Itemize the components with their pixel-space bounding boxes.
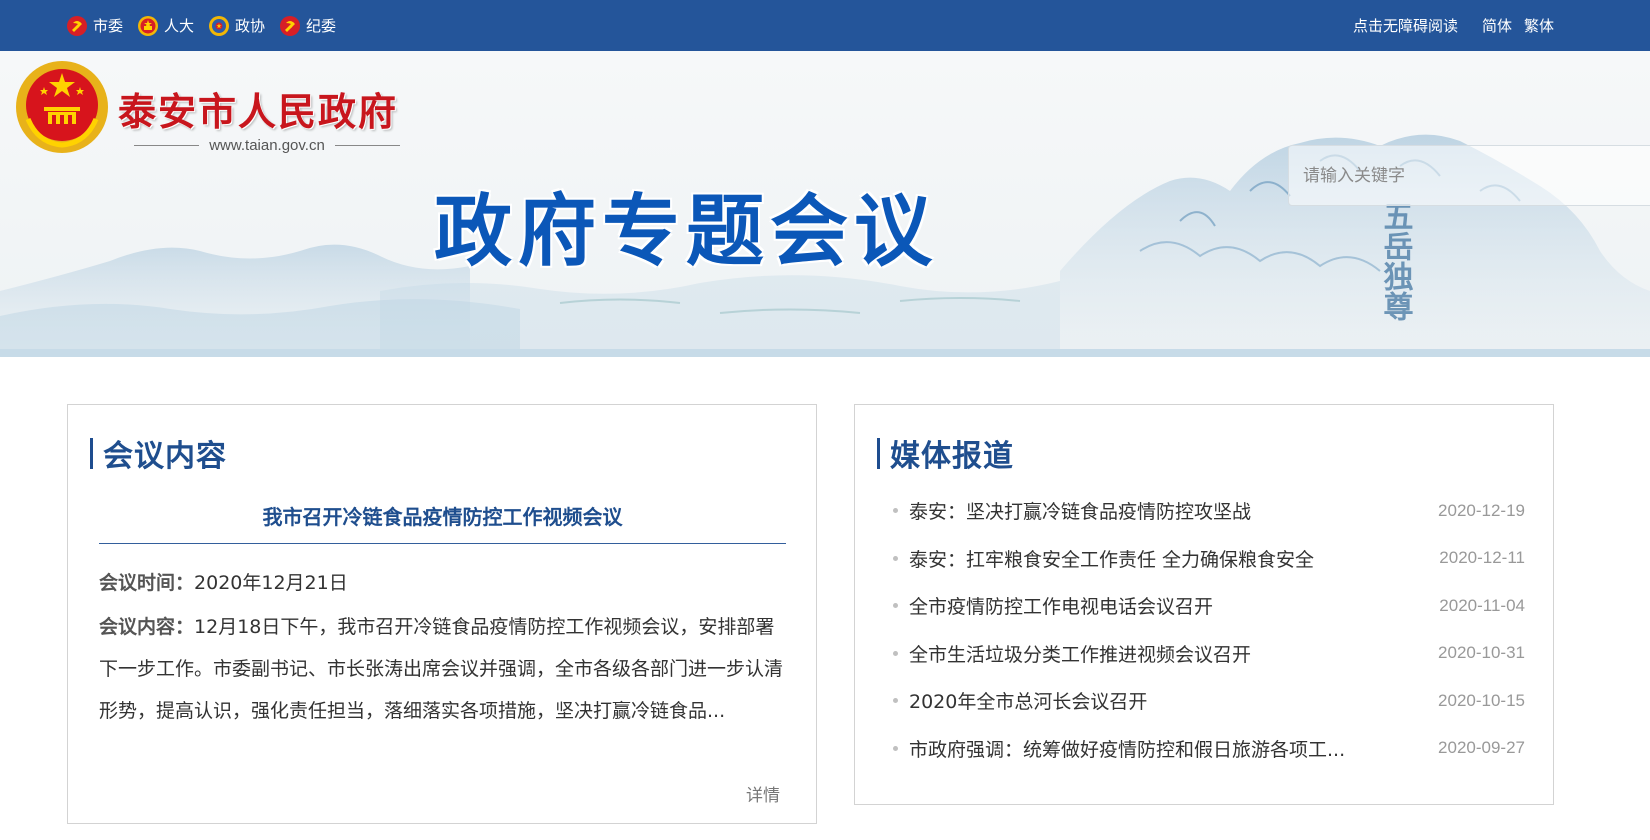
meeting-time-row: 会议时间：2020年12月21日 xyxy=(99,568,348,595)
link-municipal-party-committee[interactable]: 市委 xyxy=(66,15,123,37)
details-link[interactable]: 详情 xyxy=(746,781,780,806)
header-banner: 五岳独尊 泰安市人民政府 www.taian.gov.cn 政府专题会议 xyxy=(0,51,1650,357)
party-emblem-icon xyxy=(67,15,87,36)
heading-accent-bar xyxy=(877,437,880,469)
search-input[interactable] xyxy=(1289,146,1650,205)
link-label: 纪委 xyxy=(306,17,337,35)
list-item[interactable]: 市政府强调：统筹做好疫情防控和假日旅游各项工... 2020-09-27 xyxy=(893,725,1525,773)
report-title[interactable]: 2020年全市总河长会议召开 xyxy=(909,687,1425,714)
accessibility-reading-link[interactable]: 点击无障碍阅读 xyxy=(1353,15,1458,36)
meeting-content-row: 会议内容：12月18日下午，我市召开冷链食品疫情防控工作视频会议，安排部署下一步… xyxy=(99,606,789,732)
list-item[interactable]: 泰安：坚决打赢冷链食品疫情防控攻坚战 2020-12-19 xyxy=(893,487,1525,535)
bullet-dot xyxy=(893,508,898,514)
panel-heading: 媒体报道 xyxy=(877,431,1014,475)
bullet-dot xyxy=(893,745,898,751)
report-title[interactable]: 全市生活垃圾分类工作推进视频会议召开 xyxy=(909,640,1425,667)
report-date: 2020-10-15 xyxy=(1438,690,1525,710)
divider-line xyxy=(134,145,200,146)
report-title[interactable]: 市政府强调：统筹做好疫情防控和假日旅游各项工... xyxy=(909,735,1425,762)
report-title[interactable]: 泰安：坚决打赢冷链食品疫情防控攻坚战 xyxy=(909,497,1425,524)
traditional-chinese-link[interactable]: 繁体 xyxy=(1524,15,1554,36)
top-bar: 市委 人大 政协 纪委 点击无障碍阅读 简体 繁体 xyxy=(0,0,1650,51)
link-label: 市委 xyxy=(93,17,124,35)
report-title[interactable]: 泰安：扛牢粮食安全工作责任 全力确保粮食安全 xyxy=(909,545,1425,572)
site-url: www.taian.gov.cn xyxy=(134,137,400,154)
meeting-content-panel: 会议内容 我市召开冷链食品疫情防控工作视频会议 会议时间：2020年12月21日… xyxy=(67,404,817,824)
bullet-dot xyxy=(893,555,898,561)
party-emblem-icon xyxy=(280,15,301,36)
heading-accent-bar xyxy=(90,437,93,469)
meeting-content-label: 会议内容： xyxy=(99,616,195,638)
meeting-news-title[interactable]: 我市召开冷链食品疫情防控工作视频会议 xyxy=(99,501,786,530)
report-date: 2020-12-19 xyxy=(1438,500,1525,520)
calligraphy-text: 五岳独尊 xyxy=(1378,201,1414,321)
report-date: 2020-10-31 xyxy=(1438,643,1525,663)
link-discipline-commission[interactable]: 纪委 xyxy=(279,15,336,37)
search-box xyxy=(1288,145,1650,206)
top-left-links: 市委 人大 政协 纪委 xyxy=(66,0,336,51)
panel-heading: 会议内容 xyxy=(90,431,227,475)
list-item[interactable]: 全市生活垃圾分类工作推进视频会议召开 2020-10-31 xyxy=(893,630,1525,678)
cppcc-emblem-icon xyxy=(209,15,230,36)
link-cppcc[interactable]: 政协 xyxy=(208,15,265,37)
bullet-dot xyxy=(893,603,898,609)
report-title[interactable]: 全市疫情防控工作电视电话会议召开 xyxy=(909,592,1425,619)
simplified-chinese-link[interactable]: 简体 xyxy=(1482,15,1512,36)
meeting-content-text: 12月18日下午，我市召开冷链食品疫情防控工作视频会议，安排部署下一步工作。市委… xyxy=(99,616,784,722)
divider-line xyxy=(334,145,400,146)
national-emblem-icon xyxy=(138,15,159,36)
bullet-dot xyxy=(893,698,898,704)
panel-heading-text: 会议内容 xyxy=(103,439,227,474)
top-right-links: 点击无障碍阅读 简体 繁体 xyxy=(1353,0,1554,51)
meeting-time-value: 2020年12月21日 xyxy=(194,572,348,594)
report-date: 2020-09-27 xyxy=(1438,738,1525,758)
report-date: 2020-11-04 xyxy=(1439,595,1525,615)
national-emblem-icon xyxy=(16,61,108,153)
media-reports-panel: 媒体报道 泰安：坚决打赢冷链食品疫情防控攻坚战 2020-12-19 泰安：扛牢… xyxy=(854,404,1554,805)
divider xyxy=(99,543,786,544)
logo[interactable] xyxy=(14,59,110,155)
page-title: 政府专题会议 xyxy=(434,187,939,277)
bullet-dot xyxy=(893,650,898,656)
link-label: 政协 xyxy=(235,17,266,35)
site-url-text: www.taian.gov.cn xyxy=(209,137,325,154)
list-item[interactable]: 全市疫情防控工作电视电话会议召开 2020-11-04 xyxy=(893,582,1525,630)
site-name: 泰安市人民政府 xyxy=(118,89,399,134)
banner-bottom-stripe xyxy=(0,349,1650,357)
panel-heading-text: 媒体报道 xyxy=(890,439,1014,474)
link-peoples-congress[interactable]: 人大 xyxy=(137,15,194,37)
link-label: 人大 xyxy=(164,17,195,35)
report-date: 2020-12-11 xyxy=(1439,548,1525,568)
list-item[interactable]: 泰安：扛牢粮食安全工作责任 全力确保粮食安全 2020-12-11 xyxy=(893,535,1525,583)
meeting-time-label: 会议时间： xyxy=(99,572,195,594)
media-report-list: 泰安：坚决打赢冷链食品疫情防控攻坚战 2020-12-19 泰安：扛牢粮食安全工… xyxy=(893,487,1525,772)
list-item[interactable]: 2020年全市总河长会议召开 2020-10-15 xyxy=(893,677,1525,725)
